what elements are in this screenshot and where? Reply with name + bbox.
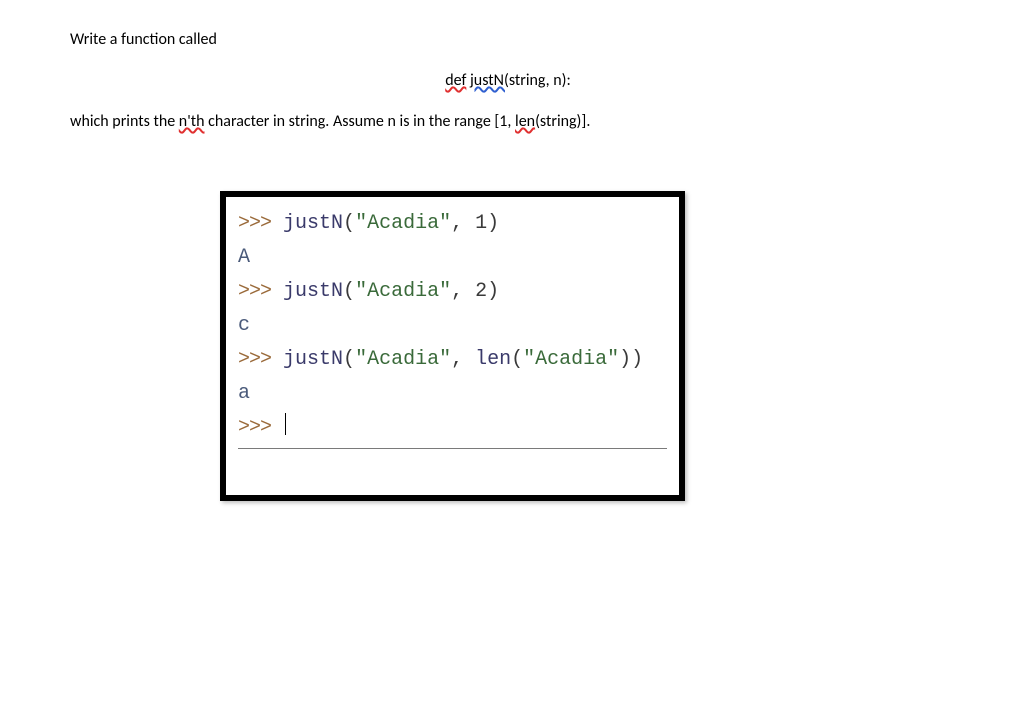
len-fn: len (475, 348, 511, 371)
fn-name: justN (283, 348, 343, 371)
rparen: ) (487, 212, 499, 235)
output-value: a (238, 382, 250, 405)
lparen: ( (511, 348, 523, 371)
prompt-icon: >>> (238, 280, 271, 303)
def-fn-name: justN( (470, 71, 509, 90)
comma: , (451, 212, 475, 235)
output-value: c (238, 314, 250, 337)
text-cursor-icon (285, 413, 286, 435)
console-input-row-1: >>> justN("Acadia", 1) (238, 207, 667, 241)
desc-nth: n'th (179, 112, 205, 131)
fn-name: justN (283, 280, 343, 303)
lparen: ( (343, 212, 355, 235)
console-output-row-3: a (238, 377, 667, 411)
def-args: string, n): (509, 71, 571, 90)
console-input-row-2: >>> justN("Acadia", 2) (238, 275, 667, 309)
lparen: ( (343, 280, 355, 303)
rparen: ) (487, 280, 499, 303)
intro-desc-line: which prints the n'th character in strin… (70, 112, 946, 131)
rparen: ) (631, 348, 643, 371)
console-divider (238, 448, 667, 449)
desc-part2: character in string. Assume n is in the … (205, 112, 516, 131)
fn-name: justN (283, 212, 343, 235)
arg-string: "Acadia" (355, 212, 451, 235)
intro-def-line: def justN(string, n): (70, 71, 946, 90)
console-output-row-1: A (238, 241, 667, 275)
intro-line-1: Write a function called (70, 30, 946, 49)
def-keyword: def (445, 71, 466, 90)
lparen: ( (343, 348, 355, 371)
desc-part1: which prints the (70, 112, 179, 131)
arg-n: 1 (475, 212, 487, 235)
console-input-row-3: >>> justN("Acadia", len("Acadia")) (238, 343, 667, 377)
prompt-icon: >>> (238, 212, 271, 235)
arg-n: 2 (475, 280, 487, 303)
arg-string: "Acadia" (355, 348, 451, 371)
comma: , (451, 348, 475, 371)
prompt-icon: >>> (238, 416, 271, 439)
console-wrapper: >>> justN("Acadia", 1) A >>> justN("Acad… (220, 191, 685, 501)
comma: , (451, 280, 475, 303)
output-value: A (238, 246, 250, 269)
desc-part3: (string)]. (535, 112, 590, 131)
intro-pre: Write a function called (70, 30, 217, 49)
arg-string: "Acadia" (523, 348, 619, 371)
console-prompt-row: >>> (238, 411, 667, 445)
desc-len: len (515, 112, 535, 131)
prompt-icon: >>> (238, 348, 271, 371)
console-box: >>> justN("Acadia", 1) A >>> justN("Acad… (220, 191, 685, 501)
arg-string: "Acadia" (355, 280, 451, 303)
rparen: ) (619, 348, 631, 371)
console-output-row-2: c (238, 309, 667, 343)
